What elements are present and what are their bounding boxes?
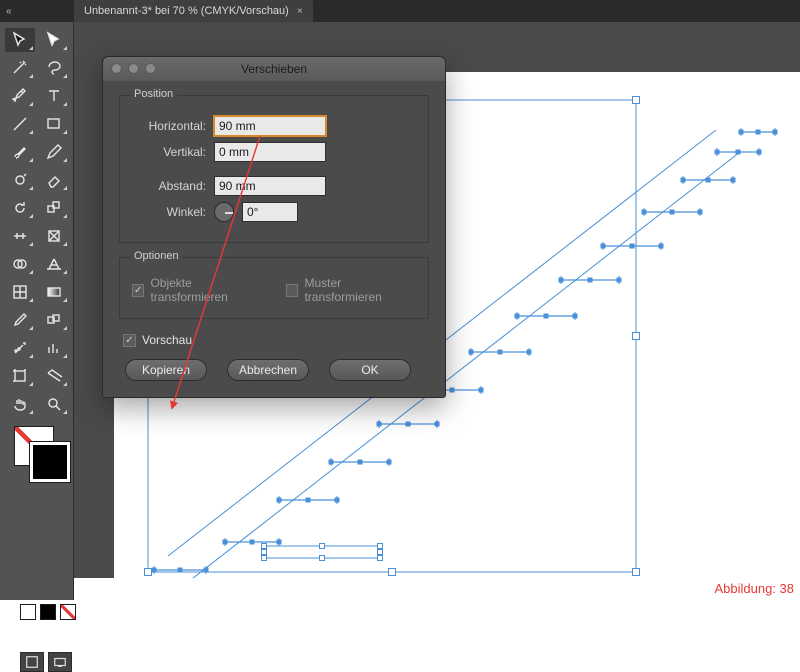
tool-perspective-grid[interactable]: [39, 252, 69, 276]
objects-checkbox[interactable]: [132, 284, 144, 297]
tool-magic-wand[interactable]: [5, 56, 35, 80]
abstand-label: Abstand:: [132, 179, 206, 193]
tool-width[interactable]: [5, 224, 35, 248]
dialog-titlebar[interactable]: Verschieben: [103, 57, 445, 81]
document-tab-title: Unbenannt-3* bei 70 % (CMYK/Vorschau): [84, 5, 289, 17]
tool-shape-builder[interactable]: [5, 252, 35, 276]
abstand-field[interactable]: [214, 176, 326, 196]
screen-mode-row: [20, 652, 83, 672]
vertikal-label: Vertikal:: [132, 145, 206, 159]
color-apply-color[interactable]: [20, 604, 36, 620]
tool-eyedropper[interactable]: [5, 308, 35, 332]
position-legend: Position: [130, 88, 177, 100]
move-dialog: Verschieben Position Horizontal: Vertika…: [102, 56, 446, 398]
close-icon[interactable]: ×: [297, 6, 303, 17]
abbrechen-label: Abbrechen: [239, 363, 297, 377]
objects-checkbox-label: Objekte transformieren: [150, 276, 266, 304]
tool-lasso[interactable]: [39, 56, 69, 80]
window-controls: [111, 63, 156, 74]
tool-blend[interactable]: [39, 308, 69, 332]
ok-label: OK: [361, 363, 378, 377]
angle-dial[interactable]: [214, 202, 234, 222]
tool-free-transform[interactable]: [39, 224, 69, 248]
tool-selection[interactable]: [5, 28, 35, 52]
minimize-traffic-light[interactable]: [128, 63, 139, 74]
tool-column-graph[interactable]: [39, 336, 69, 360]
tool-line-segment[interactable]: [5, 112, 35, 136]
tool-gradient[interactable]: [39, 280, 69, 304]
dialog-title: Verschieben: [241, 62, 307, 76]
tool-direct-selection[interactable]: [39, 28, 69, 52]
tool-slice[interactable]: [39, 364, 69, 388]
kopieren-label: Kopieren: [142, 363, 190, 377]
tool-type[interactable]: [39, 84, 69, 108]
patterns-checkbox-label: Muster transformieren: [304, 276, 416, 304]
color-apply-none[interactable]: [60, 604, 76, 620]
fill-stroke-swatches: [0, 426, 73, 482]
abbrechen-button[interactable]: Abbrechen: [227, 359, 309, 381]
zoom-traffic-light[interactable]: [145, 63, 156, 74]
position-group: Position Horizontal: Vertikal: Abstand: …: [119, 95, 429, 243]
preview-label: Vorschau: [142, 333, 192, 347]
tool-hand[interactable]: [5, 392, 35, 416]
vertikal-field[interactable]: [214, 142, 326, 162]
draw-mode-button[interactable]: [20, 652, 44, 672]
preview-checkbox[interactable]: [123, 334, 136, 347]
color-apply-gradient[interactable]: [40, 604, 56, 620]
screen-mode-button[interactable]: [48, 652, 72, 672]
tool-pencil[interactable]: [39, 140, 69, 164]
tool-mesh[interactable]: [5, 280, 35, 304]
ok-button[interactable]: OK: [329, 359, 411, 381]
horizontal-label: Horizontal:: [132, 119, 206, 133]
patterns-checkbox[interactable]: [286, 284, 298, 297]
winkel-field[interactable]: [242, 202, 298, 222]
figure-caption: Abbildung: 38: [714, 581, 794, 596]
tool-artboard[interactable]: [5, 364, 35, 388]
tool-symbol-sprayer[interactable]: [5, 336, 35, 360]
tool-rectangle[interactable]: [39, 112, 69, 136]
close-traffic-light[interactable]: [111, 63, 122, 74]
options-legend: Optionen: [130, 250, 183, 262]
stroke-swatch[interactable]: [30, 442, 70, 482]
kopieren-button[interactable]: Kopieren: [125, 359, 207, 381]
winkel-label: Winkel:: [132, 205, 206, 219]
tool-eraser[interactable]: [39, 168, 69, 192]
tool-zoom[interactable]: [39, 392, 69, 416]
options-group: Optionen Objekte transformieren Muster t…: [119, 257, 429, 319]
document-tab[interactable]: Unbenannt-3* bei 70 % (CMYK/Vorschau) ×: [74, 0, 313, 22]
tool-paintbrush[interactable]: [5, 140, 35, 164]
chevrons-left-icon: «: [6, 6, 12, 17]
tool-blob-brush[interactable]: [5, 168, 35, 192]
panel-collapse-button[interactable]: «: [0, 0, 74, 22]
document-tab-bar: Unbenannt-3* bei 70 % (CMYK/Vorschau) ×: [74, 0, 313, 22]
tool-rotate[interactable]: [5, 196, 35, 220]
tool-scale[interactable]: [39, 196, 69, 220]
tool-pen[interactable]: [5, 84, 35, 108]
tools-panel: [0, 22, 74, 600]
horizontal-field[interactable]: [214, 116, 326, 136]
color-mode-row: [20, 604, 83, 620]
